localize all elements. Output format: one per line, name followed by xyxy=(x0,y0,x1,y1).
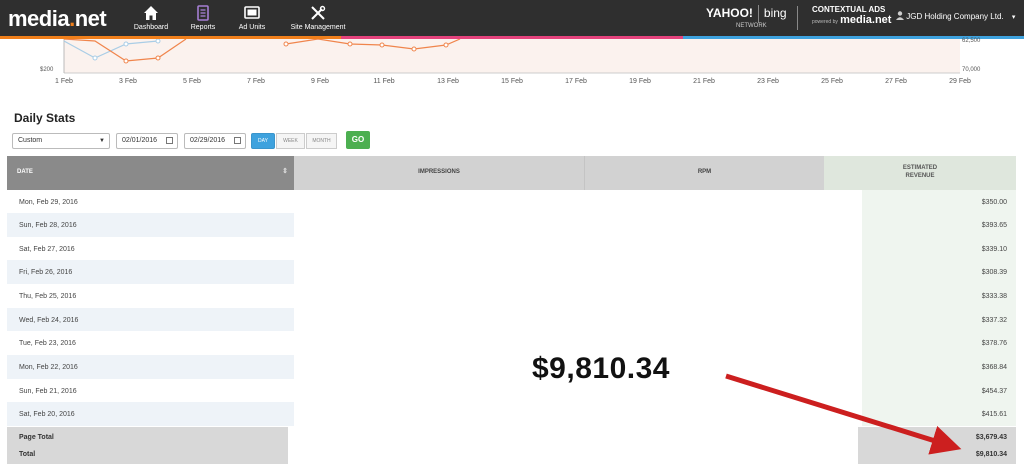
column-header-date[interactable]: DATE ⇕ xyxy=(7,156,294,190)
row-revenue: $454.37 xyxy=(981,388,1007,395)
x-tick-label: 13 Feb xyxy=(437,78,459,85)
user-menu[interactable]: JGD Holding Company Ltd. ▾ xyxy=(896,11,1015,21)
table-row: Sun, Feb 28, 2016 $393.65 xyxy=(7,213,1016,237)
nav-ad-units[interactable]: Ad Units xyxy=(219,0,285,36)
start-date-input[interactable]: 02/01/2016 xyxy=(116,133,178,149)
row-revenue: $350.00 xyxy=(981,199,1007,206)
row-date: Sat, Feb 27, 2016 xyxy=(19,246,75,253)
end-date-input[interactable]: 02/29/2016 xyxy=(184,133,246,149)
row-revenue: $333.38 xyxy=(981,293,1007,300)
report-icon xyxy=(195,5,211,21)
y-axis-label-right: 62,500 xyxy=(962,38,981,44)
series-b-point xyxy=(123,41,129,47)
granularity-month-button[interactable]: MONTH xyxy=(306,133,337,149)
series-a-point xyxy=(347,41,353,47)
ad-units-icon xyxy=(244,5,260,21)
y-axis-label-left: $200 xyxy=(40,67,54,73)
row-date: Sat, Feb 20, 2016 xyxy=(19,411,75,418)
divider xyxy=(797,6,798,30)
series-a-point xyxy=(283,41,289,47)
media-net-logo[interactable]: media.net xyxy=(8,6,107,32)
yahoo-logo: YAHOO! xyxy=(706,6,753,21)
x-tick-label: 5 Feb xyxy=(183,78,201,85)
table-row: Fri, Feb 26, 2016 $308.39 xyxy=(7,260,1016,284)
x-tick-label: 29 Feb xyxy=(949,78,971,85)
date-range-select[interactable]: Custom ▼ xyxy=(12,133,110,149)
total-value: $9,810.34 xyxy=(975,451,1007,458)
calendar-icon xyxy=(234,137,241,144)
table-row: Mon, Feb 22, 2016 $368.84 xyxy=(7,355,1016,379)
network-label: NETWORK xyxy=(736,23,767,29)
page-total-value: $3,679.43 xyxy=(975,434,1007,441)
contextual-ads-logo: CONTEXTUAL ADS powered by media.net xyxy=(812,5,892,26)
granularity-day-button[interactable]: DAY xyxy=(251,133,275,149)
column-header-rpm[interactable]: RPM xyxy=(584,156,824,190)
column-header-estimated-revenue[interactable]: ESTIMATED REVENUE xyxy=(824,156,1016,190)
x-tick-label: 15 Feb xyxy=(501,78,523,85)
x-tick-label: 11 Feb xyxy=(373,78,395,85)
table-row: Sat, Feb 20, 2016 $415.61 xyxy=(7,402,1016,426)
row-revenue: $337.32 xyxy=(981,317,1007,324)
series-a-point xyxy=(123,58,129,64)
chevron-down-icon: ▾ xyxy=(1011,14,1016,21)
x-tick-label: 23 Feb xyxy=(757,78,779,85)
total-annotation: $9,810.34 xyxy=(532,352,670,385)
tools-icon xyxy=(310,5,326,21)
user-icon xyxy=(896,11,906,21)
row-date: Mon, Feb 29, 2016 xyxy=(19,199,78,206)
sort-icon: ⇕ xyxy=(282,168,288,175)
table-row: Tue, Feb 23, 2016 $378.76 xyxy=(7,331,1016,355)
go-button[interactable]: GO xyxy=(346,131,370,149)
partner-logos: YAHOO! bing NETWORK xyxy=(706,5,787,29)
row-date: Wed, Feb 24, 2016 xyxy=(19,317,79,324)
series-a-point xyxy=(411,46,417,52)
row-revenue: $368.84 xyxy=(981,364,1007,371)
top-navigation-bar: media.net Dashboard Reports Ad Units Sit… xyxy=(0,0,1024,40)
total-label: Total xyxy=(19,451,36,458)
home-icon xyxy=(143,5,159,21)
nav-site-management[interactable]: Site Management xyxy=(286,0,350,36)
row-revenue: $415.61 xyxy=(981,411,1007,418)
row-date: Sun, Feb 21, 2016 xyxy=(19,388,77,395)
row-date: Thu, Feb 25, 2016 xyxy=(19,293,77,300)
x-tick-label: 9 Feb xyxy=(311,78,329,85)
calendar-icon xyxy=(166,137,173,144)
chevron-down-icon: ▼ xyxy=(99,138,105,144)
table-totals: Page Total Total $3,679.43 $9,810.34 xyxy=(7,427,1016,464)
table-row: Thu, Feb 25, 2016 $333.38 xyxy=(7,284,1016,308)
section-title: Daily Stats xyxy=(14,111,76,125)
chart-plot-area xyxy=(64,39,960,73)
row-date: Fri, Feb 26, 2016 xyxy=(19,269,73,276)
x-tick-label: 27 Feb xyxy=(885,78,907,85)
x-tick-label: 19 Feb xyxy=(629,78,651,85)
table-row: Wed, Feb 24, 2016 $337.32 xyxy=(7,308,1016,332)
x-tick-label: 25 Feb xyxy=(821,78,843,85)
table-row: Sat, Feb 27, 2016 $339.10 xyxy=(7,237,1016,261)
x-tick-label: 21 Feb xyxy=(693,78,715,85)
column-header-impressions[interactable]: IMPRESSIONS xyxy=(294,156,584,190)
series-a-point xyxy=(443,42,449,48)
page-total-label: Page Total xyxy=(19,434,54,441)
x-tick-label: 1 Feb xyxy=(55,78,73,85)
series-a-point xyxy=(155,55,161,61)
series-a-point xyxy=(379,42,385,48)
x-tick-label: 7 Feb xyxy=(247,78,265,85)
table-row: Mon, Feb 29, 2016 $350.00 xyxy=(7,190,1016,214)
row-revenue: $393.65 xyxy=(981,222,1007,229)
y-axis-label-right: 70,000 xyxy=(962,67,981,73)
row-revenue: $308.39 xyxy=(981,269,1007,276)
row-revenue: $378.76 xyxy=(981,340,1007,347)
series-b-point xyxy=(155,39,161,44)
row-date: Sun, Feb 28, 2016 xyxy=(19,222,77,229)
row-date: Mon, Feb 22, 2016 xyxy=(19,364,78,371)
x-tick-label: 3 Feb xyxy=(119,78,137,85)
granularity-week-button[interactable]: WEEK xyxy=(276,133,305,149)
table-row: Sun, Feb 21, 2016 $454.37 xyxy=(7,379,1016,403)
x-tick-label: 17 Feb xyxy=(565,78,587,85)
series-b-point xyxy=(92,55,98,61)
bing-logo: bing xyxy=(763,6,787,21)
row-date: Tue, Feb 23, 2016 xyxy=(19,340,76,347)
row-revenue: $339.10 xyxy=(981,246,1007,253)
